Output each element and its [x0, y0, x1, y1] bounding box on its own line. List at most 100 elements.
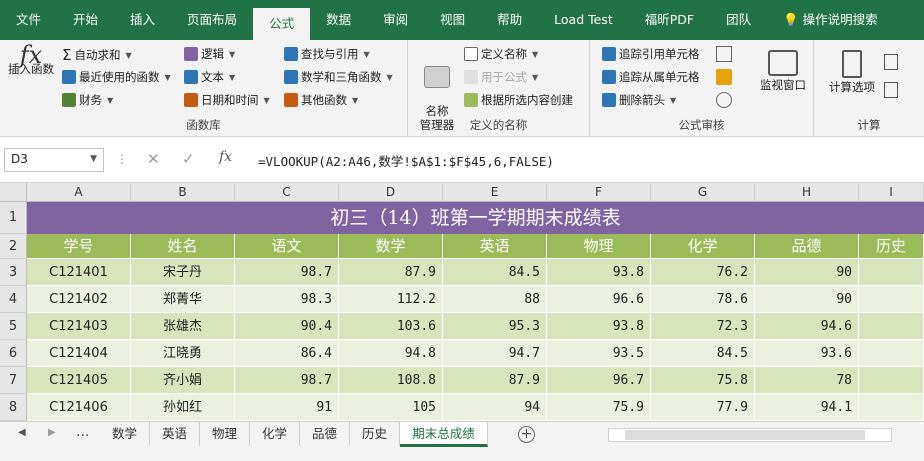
trace-dependents-button[interactable]: 追踪从属单元格 — [602, 69, 700, 85]
create-from-selection-button[interactable]: 根据所选内容创建 — [464, 92, 573, 108]
define-name-button[interactable]: 定义名称 ▼ — [464, 46, 538, 62]
add-sheet-icon[interactable]: + — [518, 426, 535, 443]
column-header-g[interactable]: G — [651, 183, 755, 202]
sheet-title-cell[interactable]: 初三（14）班第一学期期末成绩表 — [27, 202, 924, 234]
table-cell[interactable] — [859, 340, 924, 367]
table-cell[interactable] — [859, 259, 924, 286]
row-header-3[interactable]: 3 — [0, 259, 27, 286]
table-cell[interactable]: 108.8 — [339, 367, 443, 394]
text-button[interactable]: 文本 ▼ — [184, 69, 235, 85]
row-header-1[interactable]: 1 — [0, 202, 27, 234]
tab-insert[interactable]: 插入 — [114, 0, 171, 40]
table-cell[interactable]: 91 — [235, 394, 339, 421]
table-cell[interactable]: 105 — [339, 394, 443, 421]
tab-view[interactable]: 视图 — [424, 0, 481, 40]
sheet-tab[interactable]: 数学 — [100, 422, 150, 446]
sheet-tab[interactable]: 物理 — [200, 422, 250, 446]
table-cell[interactable]: C121406 — [27, 394, 131, 421]
table-cell[interactable]: 87.9 — [339, 259, 443, 286]
tab-team[interactable]: 团队 — [710, 0, 767, 40]
scroll-right-icon[interactable]: ▶ — [48, 427, 56, 438]
table-cell[interactable]: 93.6 — [755, 340, 859, 367]
recent-functions-button[interactable]: 最近使用的函数 ▼ — [62, 69, 171, 85]
column-header-c[interactable]: C — [235, 183, 339, 202]
table-cell[interactable]: 112.2 — [339, 286, 443, 313]
table-cell[interactable]: 90 — [755, 259, 859, 286]
table-cell[interactable]: 98.7 — [235, 259, 339, 286]
row-header-2[interactable]: 2 — [0, 234, 27, 259]
chevron-down-icon[interactable]: ▼ — [90, 154, 97, 164]
table-cell[interactable]: 齐小娟 — [131, 367, 235, 394]
table-cell[interactable]: 93.5 — [547, 340, 651, 367]
table-cell[interactable]: 张雄杰 — [131, 313, 235, 340]
table-cell[interactable]: C121404 — [27, 340, 131, 367]
column-header-h[interactable]: H — [755, 183, 859, 202]
table-cell[interactable]: C121401 — [27, 259, 131, 286]
column-header-f[interactable]: F — [547, 183, 651, 202]
scrollbar-thumb[interactable] — [625, 430, 865, 440]
more-functions-button[interactable]: 其他函数 ▼ — [284, 92, 358, 108]
table-cell[interactable]: 84.5 — [443, 259, 547, 286]
show-formulas-icon[interactable] — [716, 46, 732, 62]
table-cell[interactable]: 孙如红 — [131, 394, 235, 421]
table-cell[interactable]: 94 — [443, 394, 547, 421]
autosum-button[interactable]: Σ 自动求和 ▼ — [62, 46, 132, 64]
header-cell[interactable]: 化学 — [651, 234, 755, 259]
table-cell[interactable]: 76.2 — [651, 259, 755, 286]
table-cell[interactable] — [859, 286, 924, 313]
table-cell[interactable]: 72.3 — [651, 313, 755, 340]
table-cell[interactable]: 86.4 — [235, 340, 339, 367]
table-cell[interactable]: 94.8 — [339, 340, 443, 367]
table-cell[interactable]: 宋子丹 — [131, 259, 235, 286]
table-cell[interactable] — [859, 367, 924, 394]
tab-help[interactable]: 帮助 — [481, 0, 538, 40]
row-header-7[interactable]: 7 — [0, 367, 27, 394]
header-cell[interactable]: 语文 — [235, 234, 339, 259]
table-cell[interactable]: 94.1 — [755, 394, 859, 421]
table-cell[interactable]: 103.6 — [339, 313, 443, 340]
table-cell[interactable]: 98.3 — [235, 286, 339, 313]
table-cell[interactable]: 96.6 — [547, 286, 651, 313]
tab-review[interactable]: 审阅 — [367, 0, 424, 40]
calculate-sheet-icon[interactable] — [884, 82, 898, 98]
remove-arrows-button[interactable]: 删除箭头 ▼ — [602, 92, 676, 108]
tab-data[interactable]: 数据 — [310, 0, 367, 40]
table-cell[interactable]: 88 — [443, 286, 547, 313]
insert-function-button[interactable]: fx 插入函数 — [6, 43, 56, 76]
calculate-now-icon[interactable] — [884, 54, 898, 70]
table-cell[interactable]: 75.8 — [651, 367, 755, 394]
table-cell[interactable] — [859, 313, 924, 340]
column-header-e[interactable]: E — [443, 183, 547, 202]
math-trig-button[interactable]: 数学和三角函数 ▼ — [284, 69, 393, 85]
sheet-tab[interactable]: 品德 — [300, 422, 350, 446]
table-cell[interactable]: 78 — [755, 367, 859, 394]
sheet-tab[interactable]: 化学 — [250, 422, 300, 446]
table-cell[interactable] — [859, 394, 924, 421]
table-cell[interactable]: 78.6 — [651, 286, 755, 313]
tab-home[interactable]: 开始 — [57, 0, 114, 40]
column-header-b[interactable]: B — [131, 183, 235, 202]
table-cell[interactable]: 77.9 — [651, 394, 755, 421]
sheet-tab[interactable]: 期末总成绩 — [400, 422, 488, 447]
horizontal-scrollbar[interactable] — [608, 428, 892, 442]
error-checking-icon[interactable] — [716, 69, 732, 85]
enter-icon[interactable]: ✓ — [182, 150, 195, 168]
table-cell[interactable]: C121405 — [27, 367, 131, 394]
tab-foxit-pdf[interactable]: 福昕PDF — [629, 0, 710, 40]
tab-page-layout[interactable]: 页面布局 — [171, 0, 253, 40]
table-cell[interactable]: 江晓勇 — [131, 340, 235, 367]
row-header-5[interactable]: 5 — [0, 313, 27, 340]
trace-precedents-button[interactable]: 追踪引用单元格 — [602, 46, 700, 62]
header-cell[interactable]: 物理 — [547, 234, 651, 259]
tab-load-test[interactable]: Load Test — [538, 0, 629, 40]
table-cell[interactable]: 93.8 — [547, 313, 651, 340]
use-in-formula-button[interactable]: 用于公式 ▼ — [464, 69, 538, 85]
table-cell[interactable]: 98.7 — [235, 367, 339, 394]
table-cell[interactable]: 93.8 — [547, 259, 651, 286]
logical-button[interactable]: 逻辑 ▼ — [184, 46, 235, 62]
tab-file[interactable]: 文件 — [0, 0, 57, 40]
column-header-d[interactable]: D — [339, 183, 443, 202]
header-cell[interactable]: 数学 — [339, 234, 443, 259]
calculation-options-button[interactable]: 计算选项 — [824, 50, 880, 94]
table-cell[interactable]: 87.9 — [443, 367, 547, 394]
